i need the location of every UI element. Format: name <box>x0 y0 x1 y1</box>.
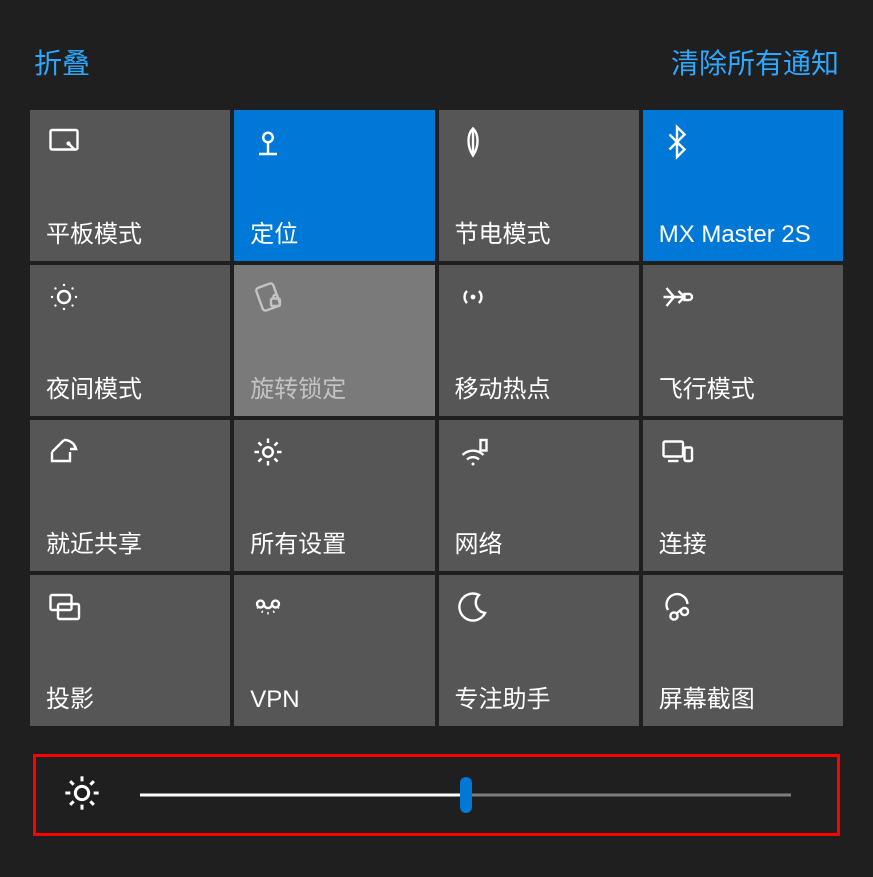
tile-label: 网络 <box>455 524 623 559</box>
bluetooth-icon <box>659 124 827 164</box>
vpn-icon <box>250 589 418 629</box>
tablet-icon <box>46 124 214 164</box>
location-pin-icon <box>250 124 418 164</box>
tile-label: MX Master 2S <box>659 221 827 249</box>
tile-label: 节电模式 <box>455 214 623 249</box>
brightness-slider-container <box>33 754 840 836</box>
tile-label: 专注助手 <box>455 679 623 714</box>
action-center-panel: 折叠 清除所有通知 平板模式 定位 节电模式 MX Master 2S 夜间模式 旋转锁定… <box>0 0 873 877</box>
tile-label: 就近共享 <box>46 524 214 559</box>
slider-thumb[interactable] <box>460 777 472 813</box>
tile-label: 屏幕截图 <box>659 679 827 714</box>
brightness-slider[interactable] <box>140 777 791 813</box>
snip-icon <box>659 589 827 629</box>
airplane-icon <box>659 279 827 319</box>
connect-icon <box>659 434 827 474</box>
tile-label: VPN <box>250 686 418 714</box>
tile-label: 夜间模式 <box>46 369 214 404</box>
gear-icon <box>250 434 418 474</box>
moon-icon <box>455 589 623 629</box>
tile-battery-saver[interactable]: 节电模式 <box>439 110 639 261</box>
hotspot-icon <box>455 279 623 319</box>
quick-actions-grid: 平板模式 定位 节电模式 MX Master 2S 夜间模式 旋转锁定 移动热点 飞行模式就近… <box>0 110 873 726</box>
tile-screen-snip[interactable]: 屏幕截图 <box>643 575 843 726</box>
brightness-icon <box>62 773 102 818</box>
collapse-link[interactable]: 折叠 <box>34 42 90 82</box>
tile-label: 移动热点 <box>455 369 623 404</box>
tile-label: 连接 <box>659 524 827 559</box>
slider-track-fill <box>140 794 466 797</box>
rotation-lock-icon <box>250 279 418 319</box>
tile-location[interactable]: 定位 <box>234 110 434 261</box>
sun-dim-icon <box>46 279 214 319</box>
tile-mobile-hotspot[interactable]: 移动热点 <box>439 265 639 416</box>
project-icon <box>46 589 214 629</box>
tile-tablet-mode[interactable]: 平板模式 <box>30 110 230 261</box>
tile-label: 定位 <box>250 214 418 249</box>
clear-all-link[interactable]: 清除所有通知 <box>671 42 839 82</box>
tile-nearby-sharing[interactable]: 就近共享 <box>30 420 230 571</box>
tile-label: 飞行模式 <box>659 369 827 404</box>
tile-project[interactable]: 投影 <box>30 575 230 726</box>
tile-label: 旋转锁定 <box>250 369 418 404</box>
tile-airplane-mode[interactable]: 飞行模式 <box>643 265 843 416</box>
tile-vpn[interactable]: VPN <box>234 575 434 726</box>
tile-night-light[interactable]: 夜间模式 <box>30 265 230 416</box>
tile-bluetooth[interactable]: MX Master 2S <box>643 110 843 261</box>
tile-label: 平板模式 <box>46 214 214 249</box>
tile-connect[interactable]: 连接 <box>643 420 843 571</box>
tile-network[interactable]: 网络 <box>439 420 639 571</box>
tile-label: 投影 <box>46 679 214 714</box>
tile-rotation-lock[interactable]: 旋转锁定 <box>234 265 434 416</box>
leaf-icon <box>455 124 623 164</box>
top-bar: 折叠 清除所有通知 <box>0 0 873 110</box>
share-icon <box>46 434 214 474</box>
tile-all-settings[interactable]: 所有设置 <box>234 420 434 571</box>
tile-focus-assist[interactable]: 专注助手 <box>439 575 639 726</box>
wifi-tower-icon <box>455 434 623 474</box>
tile-label: 所有设置 <box>250 524 418 559</box>
